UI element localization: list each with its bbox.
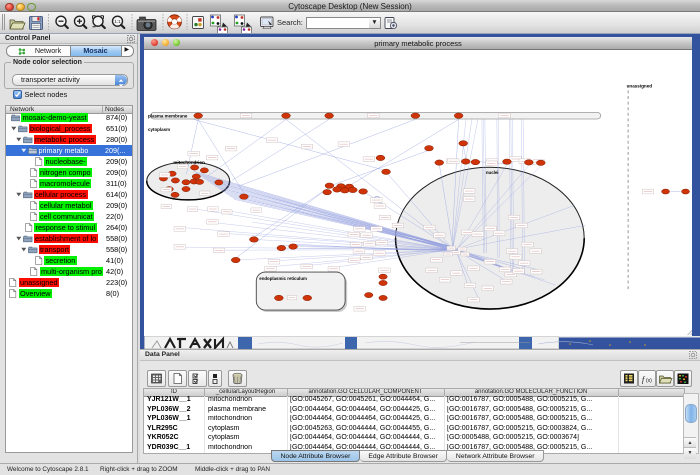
svg-text:mitochondrion: mitochondrion (173, 159, 205, 164)
svg-text:plasma membrane: plasma membrane (148, 113, 188, 118)
svg-text:unassigned: unassigned (627, 83, 653, 88)
svg-text:nuclei: nuclei (486, 169, 499, 174)
svg-text:cytoplasm: cytoplasm (148, 126, 170, 131)
svg-text:endoplasmic reticulum: endoplasmic reticulum (259, 276, 307, 281)
svg-text:1:1: 1:1 (114, 19, 121, 24)
svg-text:(x): (x) (646, 378, 652, 384)
